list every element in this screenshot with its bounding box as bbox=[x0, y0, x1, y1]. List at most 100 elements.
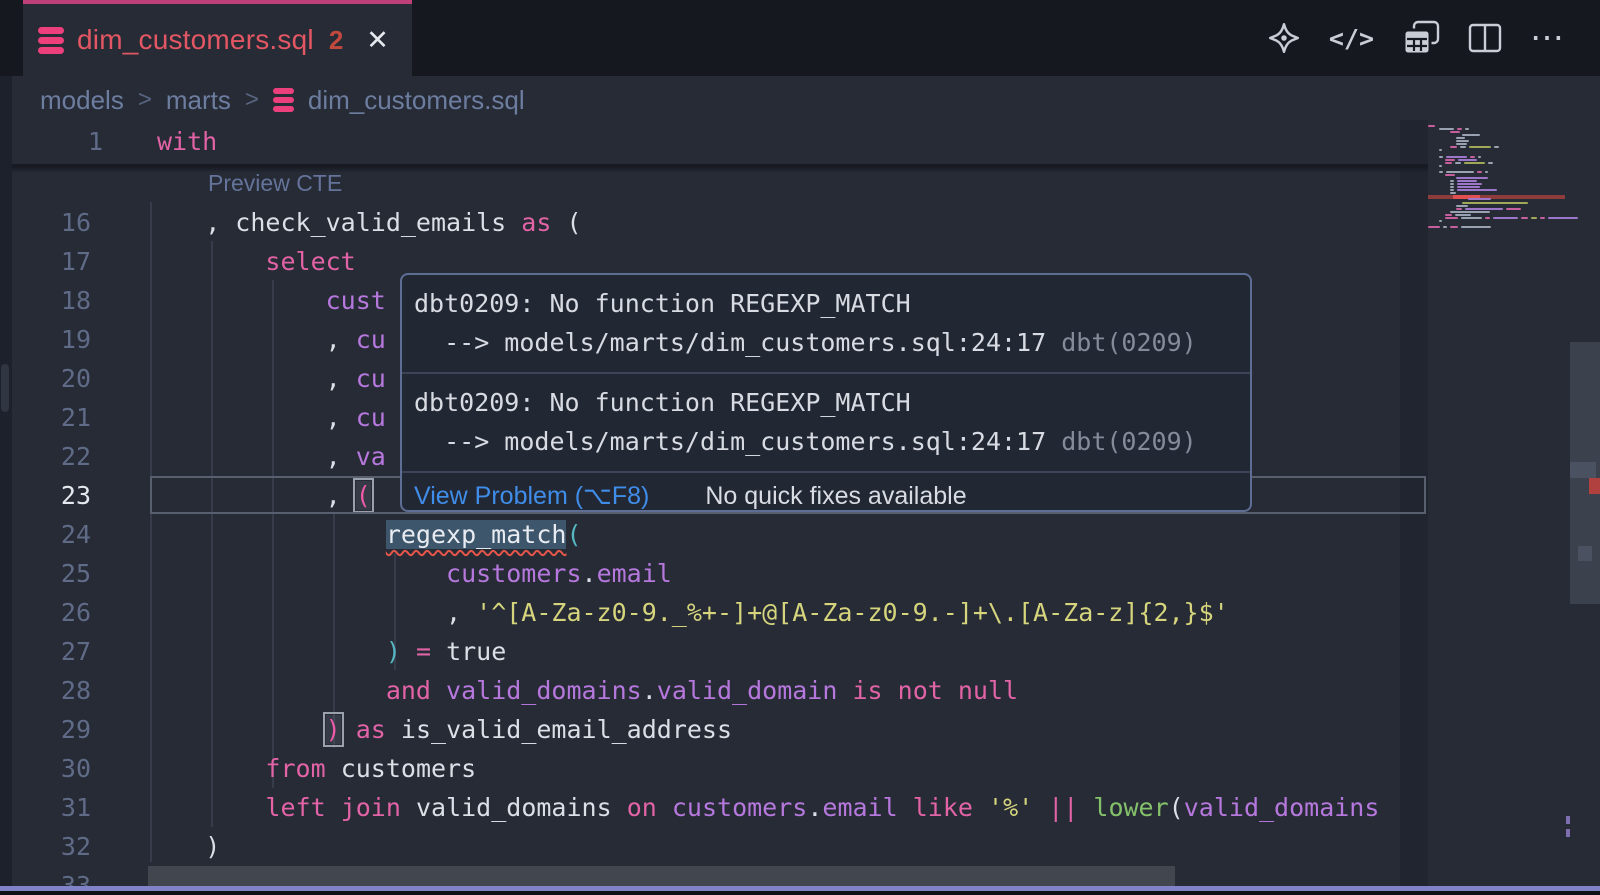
minimap-code-line bbox=[1439, 171, 1443, 173]
sticky-line-text: with bbox=[157, 120, 217, 164]
line-number: 19 bbox=[0, 320, 91, 359]
minimap-code-line bbox=[1470, 156, 1475, 158]
minimap-code-line bbox=[1548, 217, 1578, 219]
line-text: , cu bbox=[145, 359, 386, 398]
code-line-26[interactable]: 26 , '^[A-Za-z0-9._%+-]+@[A-Za-z0-9.-]+\… bbox=[0, 593, 1430, 632]
line-text: , va bbox=[145, 437, 386, 476]
code-line-16[interactable]: 16 , check_valid_emails as ( bbox=[0, 203, 1430, 242]
line-text: ) bbox=[145, 827, 220, 866]
line-number: 31 bbox=[0, 788, 91, 827]
minimap-code-line bbox=[1478, 156, 1481, 158]
line-text: from customers bbox=[145, 749, 476, 788]
minimap-code-line bbox=[1531, 217, 1537, 219]
tab-problem-badge: 2 bbox=[329, 25, 343, 56]
minimap-code-line bbox=[1485, 171, 1488, 173]
database-icon bbox=[273, 88, 294, 112]
line-text: left join valid_domains on customers.ema… bbox=[145, 788, 1379, 827]
line-number: 26 bbox=[0, 593, 91, 632]
tab-dim-customers[interactable]: dim_customers.sql 2 ✕ bbox=[23, 0, 412, 76]
code-line-32[interactable]: 32 ) bbox=[0, 827, 1430, 866]
line-number: 23 bbox=[0, 476, 91, 515]
minimap-code-line bbox=[1456, 208, 1462, 210]
view-problem-link[interactable]: View Problem (⌥F8) bbox=[414, 481, 649, 511]
minimap-code-line bbox=[1450, 180, 1454, 182]
minimap-code-line bbox=[1446, 171, 1474, 173]
line-number: 24 bbox=[0, 515, 91, 554]
minimap-code-line bbox=[1456, 140, 1469, 142]
dbt-icon[interactable] bbox=[1267, 21, 1301, 55]
preview-cte-codelens[interactable]: Preview CTE bbox=[208, 170, 342, 197]
table-copy-icon[interactable] bbox=[1402, 20, 1440, 56]
left-panel-scrollbar-thumb[interactable] bbox=[1, 364, 9, 412]
minimap-code-line bbox=[1457, 186, 1480, 188]
code-line-27[interactable]: 27 ) = true bbox=[0, 632, 1430, 671]
minimap-code-line bbox=[1494, 146, 1499, 148]
minimap-code-line bbox=[1439, 220, 1442, 222]
breadcrumb-item-models[interactable]: models bbox=[40, 85, 124, 116]
minimap-code-line bbox=[1455, 214, 1471, 216]
minimap-code-line bbox=[1456, 137, 1465, 139]
diagnostic-message: dbt0209: No function REGEXP_MATCH --> mo… bbox=[402, 374, 1250, 471]
minimap-code-line bbox=[1465, 208, 1503, 210]
minimap-code-line bbox=[1450, 226, 1458, 228]
line-text: , cu bbox=[145, 398, 386, 437]
line-number: 28 bbox=[0, 671, 91, 710]
split-editor-icon[interactable] bbox=[1468, 23, 1502, 53]
minimap-code-line bbox=[1506, 208, 1521, 210]
code-line-30[interactable]: 30 from customers bbox=[0, 749, 1430, 788]
minimap-code-line bbox=[1540, 217, 1545, 219]
code-line-24[interactable]: 24 regexp_match( bbox=[0, 515, 1430, 554]
minimap-code-line bbox=[1456, 143, 1467, 145]
tab-filename: dim_customers.sql bbox=[77, 24, 314, 56]
minimap-code-line bbox=[1439, 156, 1443, 158]
code-line-25[interactable]: 25 customers.email bbox=[0, 554, 1430, 593]
minimap-code-line bbox=[1485, 217, 1490, 219]
line-number: 22 bbox=[0, 437, 91, 476]
minimap-code-line bbox=[1477, 171, 1482, 173]
line-number: 25 bbox=[0, 554, 91, 593]
line-text: regexp_match( bbox=[145, 515, 582, 554]
minimap-code-line bbox=[1428, 125, 1435, 127]
code-line-28[interactable]: 28 and valid_domains.valid_domain is not… bbox=[0, 671, 1430, 710]
overview-bracket-marker bbox=[1566, 829, 1570, 837]
minimap-code-line bbox=[1450, 192, 1456, 194]
minimap[interactable] bbox=[1428, 120, 1570, 420]
line-text: ) as is_valid_email_address bbox=[145, 710, 732, 749]
sticky-scroll-line[interactable]: 1 with bbox=[12, 120, 1400, 164]
line-text: , '^[A-Za-z0-9._%+-]+@[A-Za-z0-9.-]+\.[A… bbox=[145, 593, 1229, 632]
minimap-code-line bbox=[1469, 146, 1491, 148]
chevron-right-icon: > bbox=[245, 86, 259, 114]
line-text: ) = true bbox=[145, 632, 506, 671]
diagnostic-message: dbt0209: No function REGEXP_MATCH --> mo… bbox=[402, 275, 1250, 372]
minimap-code-line bbox=[1461, 226, 1491, 228]
line-number: 17 bbox=[0, 242, 91, 281]
line-text: customers.email bbox=[145, 554, 672, 593]
breadcrumb-item-file[interactable]: dim_customers.sql bbox=[308, 85, 525, 116]
sticky-scroll-shadow bbox=[12, 164, 1428, 173]
minimap-code-line bbox=[1456, 205, 1468, 207]
minimap-code-line bbox=[1443, 226, 1447, 228]
breadcrumb-item-marts[interactable]: marts bbox=[166, 85, 231, 116]
window-bottom-edge bbox=[0, 891, 1600, 895]
editor-pane[interactable]: 16 , check_valid_emails as (17 select18 … bbox=[0, 0, 1600, 895]
close-icon[interactable]: ✕ bbox=[366, 25, 389, 56]
overview-bracket-marker bbox=[1566, 816, 1570, 824]
line-number: 30 bbox=[0, 749, 91, 788]
line-number: 20 bbox=[0, 359, 91, 398]
sticky-line-number: 1 bbox=[12, 120, 103, 164]
minimap-code-line bbox=[1468, 198, 1491, 200]
minimap-code-line bbox=[1456, 177, 1488, 179]
code-line-29[interactable]: 29 ) as is_valid_email_address bbox=[0, 710, 1430, 749]
code-icon[interactable]: </> bbox=[1329, 24, 1374, 53]
popup-footer: View Problem (⌥F8) No quick fixes availa… bbox=[402, 473, 1250, 512]
code-line-31[interactable]: 31 left join valid_domains on customers.… bbox=[0, 788, 1430, 827]
more-actions-icon[interactable]: ⋯ bbox=[1530, 28, 1564, 48]
minimap-error-line bbox=[1428, 195, 1565, 199]
line-text: , cu bbox=[145, 320, 386, 359]
left-panel-edge bbox=[0, 76, 12, 888]
overview-highlight-marker bbox=[1570, 462, 1596, 478]
line-text: , check_valid_emails as ( bbox=[145, 203, 582, 242]
line-number: 32 bbox=[0, 827, 91, 866]
minimap-code-line bbox=[1458, 159, 1477, 161]
diagnostic-source: dbt(0209) bbox=[1061, 328, 1196, 357]
